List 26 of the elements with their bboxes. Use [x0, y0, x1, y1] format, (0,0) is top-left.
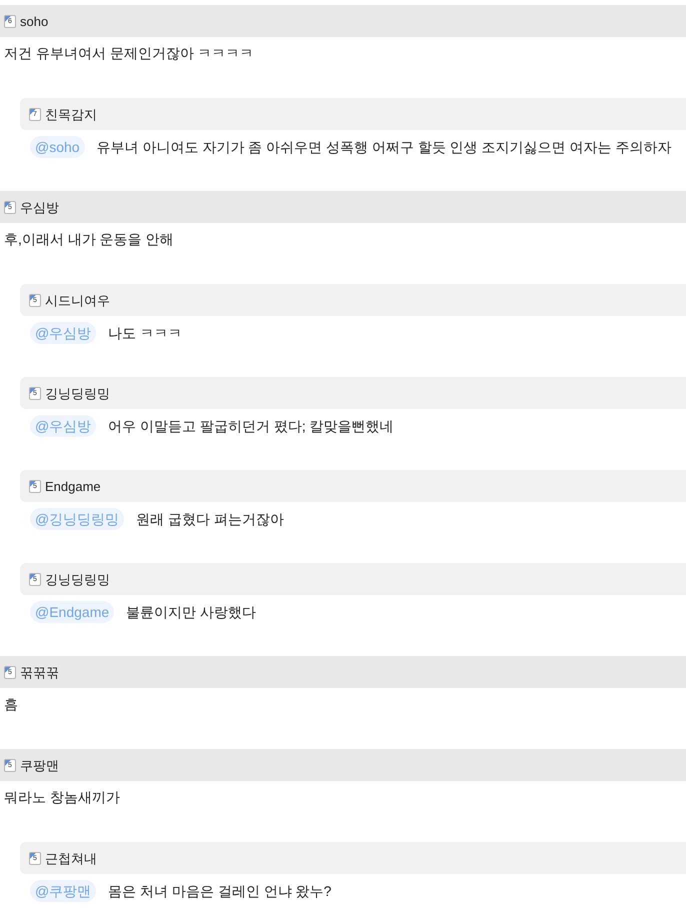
mention-link[interactable]: @우심방 [30, 322, 96, 344]
author-name: 깅닝딩링밍 [45, 386, 110, 400]
author-name: Endgame [45, 480, 101, 492]
mention-link[interactable]: @쿠팡맨 [30, 880, 96, 902]
reply-text: 불륜이지만 사랑했다 [126, 603, 256, 622]
author-name: 우심방 [20, 200, 59, 214]
reply-text: 어우 이말듣고 팔굽히던거 폈다; 칼맞을뻔했네 [108, 417, 394, 436]
mention-link[interactable]: @Endgame [30, 601, 114, 623]
comment-text: 흠 [4, 696, 18, 712]
author-name: soho [20, 14, 48, 28]
author-name: 꾺꾺꾺 [20, 666, 59, 678]
author-name: 시드니여우 [45, 294, 110, 306]
comment-text: 뭐라노 창놈새끼가 [4, 789, 120, 805]
mention-link[interactable]: @깅닝딩링밍 [30, 508, 124, 530]
reply-text: 유부녀 아니여도 자기가 좀 아쉬우면 성폭행 어쩌구 할듯 인생 조지기싫으면 여자는 주의하자 [96, 138, 672, 157]
mention-link[interactable]: @soho [30, 136, 85, 158]
author-name: 친목감지 [45, 108, 97, 120]
reply-text: 몸은 처녀 마음은 걸레인 언냐 왔누? [108, 882, 332, 901]
mention-link[interactable]: @우심방 [30, 415, 96, 437]
reply-text: 나도 ㅋㅋㅋ [108, 324, 182, 343]
author-name: 쿠팡맨 [20, 758, 59, 772]
comment-text: 후,이래서 내가 운동을 안해 [4, 231, 174, 247]
comment-text: 저건 유부녀여서 문제인거잖아 ㅋㅋㅋㅋ [4, 45, 254, 61]
reply-text: 원래 굽혔다 펴는거잖아 [136, 510, 284, 529]
author-name: 근첩쳐내 [45, 852, 97, 864]
author-name: 깅닝딩링밍 [45, 572, 110, 586]
